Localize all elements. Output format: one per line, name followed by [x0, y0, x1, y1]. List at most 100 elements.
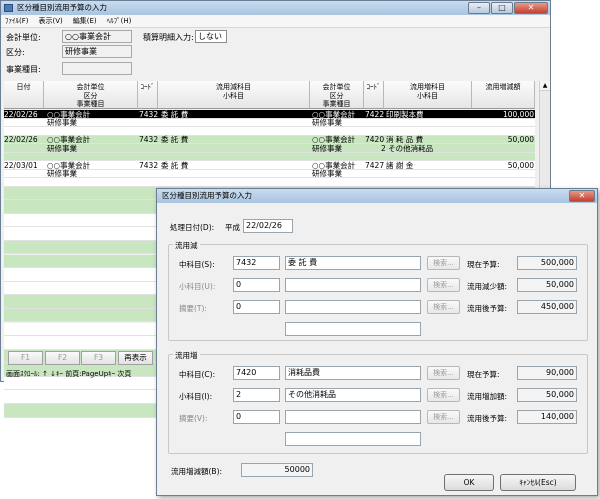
- dec-teki-search-button[interactable]: 検索...: [427, 300, 460, 314]
- dec-teki-code-field[interactable]: 0: [233, 300, 280, 314]
- menu-edit[interactable]: 編集(E): [73, 15, 97, 27]
- date-field[interactable]: 22/02/26: [243, 219, 293, 233]
- dialog-close-button[interactable]: ✕: [569, 190, 595, 202]
- cell-decrease-kamoku: 委 託 費: [161, 109, 189, 119]
- cell-date: 22/03/01: [4, 160, 38, 170]
- dialog-title: 区分種目別流用予算の入力: [162, 191, 252, 200]
- dialog-titlebar[interactable]: 区分種目別流用予算の入力 ✕: [157, 189, 597, 203]
- dec-sho-label: 小科目(U):: [179, 282, 216, 291]
- dec-note-field[interactable]: [285, 322, 421, 336]
- era-label: 平成: [225, 223, 240, 232]
- table-row[interactable]: [4, 118, 535, 127]
- col-header-unit2[interactable]: 会計単位 区分 事業種目: [310, 81, 364, 109]
- cell-unit: ○○事業会計: [47, 135, 91, 144]
- kubun-label: 区分:: [6, 48, 25, 57]
- menu-bar: ﾌｧｲﾙ(F) 表示(V) 編集(E) ﾍﾙﾌﾟ(H): [1, 15, 550, 28]
- cell-kubun: 研修事業: [47, 169, 77, 178]
- cell-date: 22/02/26: [4, 135, 38, 144]
- cell-code: 7432: [139, 135, 159, 144]
- col-header-increase[interactable]: 流用増科目 小科目: [384, 81, 472, 109]
- minimize-button[interactable]: –: [468, 2, 490, 14]
- inc-chu-label: 中科目(C):: [179, 370, 216, 379]
- inc-teki-name-field[interactable]: [285, 410, 421, 424]
- ok-button[interactable]: OK: [444, 474, 494, 491]
- main-titlebar[interactable]: 区分種目別流用予算の入力 – □ ✕: [1, 1, 550, 15]
- unit-label: 会計単位:: [6, 33, 41, 42]
- shumoku-label: 事業種目:: [6, 65, 41, 74]
- total-label: 流用増減額(B):: [171, 467, 223, 476]
- col-header-unit[interactable]: 会計単位 区分 事業種目: [44, 81, 138, 109]
- cancel-button[interactable]: ｷｬﾝｾﾙ(Esc): [500, 474, 576, 491]
- inc-after-field[interactable]: 140,000: [517, 410, 577, 424]
- cell-code2: 7422: [365, 109, 385, 119]
- dec-sho-code-field[interactable]: 0: [233, 278, 280, 292]
- maximize-button[interactable]: □: [491, 2, 513, 14]
- col-header-code2[interactable]: ｺｰﾄﾞ: [364, 81, 384, 109]
- cell-unit2: ○○事業会計: [312, 135, 356, 144]
- refresh-button[interactable]: 再表示: [118, 351, 153, 365]
- decrease-group-title: 流用減: [173, 240, 200, 251]
- increase-group-title: 流用増: [173, 350, 200, 361]
- summary-field[interactable]: しない: [195, 30, 227, 43]
- menu-help[interactable]: ﾍﾙﾌﾟ(H): [107, 15, 132, 27]
- cell-kubun: 研修事業: [47, 143, 77, 153]
- inc-chu-search-button[interactable]: 検索...: [427, 366, 460, 380]
- col-header-decrease[interactable]: 流用減科目 小科目: [158, 81, 310, 109]
- dec-chu-label: 中科目(S):: [179, 260, 215, 269]
- app-icon: [4, 4, 13, 12]
- dec-genzai-label: 現在予算:: [467, 260, 500, 269]
- dec-sho-name-field[interactable]: [285, 278, 421, 292]
- inc-change-field[interactable]: 50,000: [517, 388, 577, 402]
- inc-note-field[interactable]: [285, 432, 421, 446]
- table-row[interactable]: [4, 152, 535, 161]
- cell-decrease-kamoku: 委 託 費: [161, 160, 189, 170]
- inc-sho-search-button[interactable]: 検索...: [427, 388, 460, 402]
- inc-teki-label: 摘要(V):: [179, 414, 208, 423]
- col-header-code[interactable]: ｺｰﾄﾞ: [138, 81, 158, 109]
- unit-field[interactable]: ○○事業会計: [62, 30, 132, 43]
- cell-amount: 50,000: [507, 135, 534, 144]
- dec-chu-search-button[interactable]: 検索...: [427, 256, 460, 270]
- dec-genzai-field[interactable]: 500,000: [517, 256, 577, 270]
- col-header-date[interactable]: 日付: [4, 81, 44, 109]
- date-label: 処理日付(D):: [170, 223, 215, 232]
- dec-change-field[interactable]: 50,000: [517, 278, 577, 292]
- scroll-up-icon[interactable]: ▲: [540, 81, 550, 91]
- inc-sho-code-field[interactable]: 2: [233, 388, 280, 402]
- dec-after-field[interactable]: 450,000: [517, 300, 577, 314]
- cell-increase-kamoku: 諸 謝 金: [386, 160, 414, 170]
- col-header-amount[interactable]: 流用増減額: [472, 81, 535, 109]
- inc-teki-search-button[interactable]: 検索...: [427, 410, 460, 424]
- cell-code2: 7420: [365, 135, 385, 144]
- cell-increase-sub: 2 その他消耗品: [381, 143, 434, 153]
- shumoku-field[interactable]: [62, 62, 132, 75]
- total-field[interactable]: 50000: [241, 463, 313, 477]
- dec-chu-code-field[interactable]: 7432: [233, 256, 280, 270]
- close-button[interactable]: ✕: [514, 2, 548, 14]
- f2-button[interactable]: F2: [45, 351, 80, 365]
- f1-button[interactable]: F1: [8, 351, 43, 365]
- inc-teki-code-field[interactable]: 0: [233, 410, 280, 424]
- table-row[interactable]: [4, 169, 535, 178]
- inc-chu-code-field[interactable]: 7420: [233, 366, 280, 380]
- cell-increase-kamoku: 消 耗 品 費: [386, 135, 424, 144]
- menu-file[interactable]: ﾌｧｲﾙ(F): [5, 15, 29, 27]
- inc-genzai-field[interactable]: 90,000: [517, 366, 577, 380]
- dec-chu-name-field[interactable]: 委 託 費: [285, 256, 421, 270]
- dec-teki-label: 摘要(T):: [179, 304, 207, 313]
- cell-increase-kamoku: 印刷製本費: [386, 109, 424, 119]
- table-row[interactable]: [4, 178, 535, 187]
- f3-button[interactable]: F3: [81, 351, 116, 365]
- inc-chu-name-field[interactable]: 消耗品費: [285, 366, 421, 380]
- dec-teki-name-field[interactable]: [285, 300, 421, 314]
- cell-amount: 100,000: [502, 109, 534, 119]
- table-row[interactable]: [4, 144, 535, 153]
- cell-code: 7432: [139, 109, 159, 119]
- menu-view[interactable]: 表示(V): [39, 15, 63, 27]
- inc-sho-name-field[interactable]: その他消耗品: [285, 388, 421, 402]
- inc-sho-label: 小科目(I):: [179, 392, 213, 401]
- dec-sho-search-button[interactable]: 検索...: [427, 278, 460, 292]
- main-title: 区分種目別流用予算の入力: [17, 3, 107, 12]
- summary-label: 積算明細入力:: [143, 33, 194, 42]
- kubun-field[interactable]: 研修事業: [62, 45, 132, 58]
